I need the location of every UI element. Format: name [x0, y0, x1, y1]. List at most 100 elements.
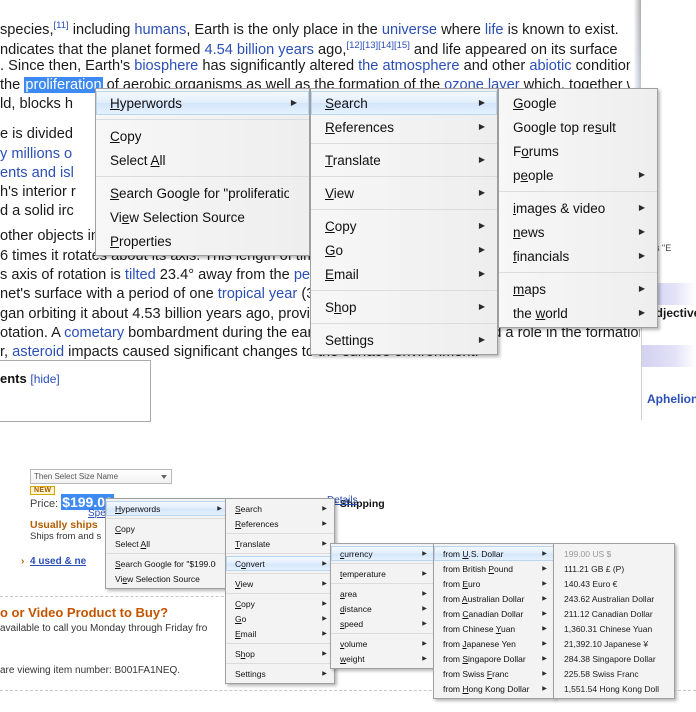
menu-product-convert-item-label: currency [340, 548, 373, 559]
menu-article-hyperwords-item[interactable]: View ▶ [311, 181, 497, 205]
article-link[interactable]: universe [382, 22, 437, 38]
menu-article-hyperwords-item[interactable]: References ▶ [311, 115, 497, 139]
menu-product-hyperwords-item[interactable]: Email ▶ [226, 626, 334, 641]
menu-product-values-item[interactable]: 1,360.31 Chinese Yuan [554, 621, 674, 636]
menu-product-values-item[interactable]: 21,392.10 Japanese ¥ [554, 636, 674, 651]
menu-product-currency-item[interactable]: from Chinese Yuan ▶ [434, 621, 554, 636]
menu-product-convert-item[interactable]: weight ▶ [331, 651, 434, 666]
menu-product-hyperwords-item[interactable]: Go ▶ [226, 611, 334, 626]
rail-aphelion[interactable]: Aphelion [647, 392, 696, 406]
menu-article-search-item[interactable]: financials ▶ [499, 244, 657, 268]
menu-product-convert-item[interactable]: area ▶ [331, 586, 434, 601]
menu-article-search-item[interactable]: news ▶ [499, 220, 657, 244]
submenu-product-currency-values[interactable]: 199.00 US $ 111.21 GB £ (P) 140.43 Euro € 2… [553, 543, 675, 699]
menu-product-convert-item[interactable]: currency ▶ [331, 546, 434, 561]
menu-article-search-item[interactable]: people ▶ [499, 163, 657, 187]
menu-product-currency-item[interactable]: from Singapore Dollar ▶ [434, 651, 554, 666]
submenu-product-convert[interactable]: currency ▶ temperature ▶ area ▶ distance ▶ speed… [330, 543, 435, 669]
menu-article-hyperwords-item[interactable]: Email ▶ [311, 262, 497, 286]
article-link[interactable]: abiotic [529, 58, 571, 74]
article-link[interactable]: life [485, 22, 504, 38]
menu-product-currency-item[interactable]: from U.S. Dollar ▶ [434, 546, 554, 561]
context-menu-product-primary[interactable]: Hyperwords ▶ Copy Select All Search Google f… [105, 498, 230, 589]
article-link[interactable]: tilted [125, 267, 156, 283]
menu-product-convert-item[interactable]: volume ▶ [331, 636, 434, 651]
article-link[interactable]: ents and isl [0, 165, 74, 181]
article-link[interactable]: the atmosphere [358, 58, 459, 74]
menu-article-hyperwords-item[interactable]: Go ▶ [311, 238, 497, 262]
menu-article-hyperwords-item[interactable]: Shop ▶ [311, 295, 497, 319]
menu-article-search-item[interactable]: Google [499, 91, 657, 115]
menu-product-values-item[interactable]: 199.00 US $ [554, 546, 674, 561]
reference-superscript[interactable]: [11] [54, 20, 69, 31]
menu-article-hyperwords-item[interactable]: Settings ▶ [311, 328, 497, 352]
contents-hide-link[interactable]: [hide] [30, 372, 59, 386]
menu-product-hyperwords-item[interactable]: Settings ▶ [226, 666, 334, 681]
menu-product-hyperwords-item[interactable]: Translate ▶ [226, 536, 334, 551]
article-link[interactable]: 4.54 billion years [204, 42, 314, 58]
menu-product-values-item[interactable]: 211.12 Canadian Dollar [554, 606, 674, 621]
menu-product-primary-item[interactable]: Copy [106, 521, 229, 536]
menu-product-values-item[interactable]: 225.58 Swiss Franc [554, 666, 674, 681]
article-text: where [437, 21, 485, 38]
menu-article-primary-item[interactable]: View Selection Source [96, 205, 309, 229]
article-link[interactable]: y millions o [0, 146, 72, 162]
menu-product-hyperwords-item[interactable]: References ▶ [226, 516, 334, 531]
menu-article-primary-item[interactable]: Hyperwords ▶ [96, 91, 309, 115]
reference-superscript[interactable]: [12][13][14][15] [346, 40, 409, 51]
menu-product-primary-item[interactable]: Hyperwords ▶ [106, 501, 229, 516]
menu-article-search-item[interactable]: Google top result [499, 115, 657, 139]
menu-product-hyperwords-item[interactable]: View ▶ [226, 576, 334, 591]
menu-product-convert-item[interactable]: distance ▶ [331, 601, 434, 616]
menu-product-convert-item[interactable]: speed ▶ [331, 616, 434, 631]
menu-product-currency-item[interactable]: from Hong Kong Dollar ▶ [434, 681, 554, 696]
menu-article-search-item[interactable]: Forums [499, 139, 657, 163]
menu-product-currency-item[interactable]: from Swiss Franc ▶ [434, 666, 554, 681]
menu-product-values-item[interactable]: 140.43 Euro € [554, 576, 674, 591]
submenu-product-hyperwords[interactable]: Search ▶ References ▶ Translate ▶ Convert ▶ View… [225, 498, 335, 684]
article-link[interactable]: biosphere [134, 58, 198, 74]
size-name-select[interactable]: Then Select Size Name [30, 469, 172, 484]
article-link[interactable]: asteroid [12, 344, 64, 360]
menu-article-primary-item[interactable]: Copy [96, 124, 309, 148]
menu-product-hyperwords-item[interactable]: Shop ▶ [226, 646, 334, 661]
menu-article-hyperwords-item-label: Copy [325, 218, 357, 234]
menu-product-values-item[interactable]: 284.38 Singapore Dollar [554, 651, 674, 666]
context-menu-article-primary[interactable]: Hyperwords ▶ Copy Select All Search Google f… [95, 88, 310, 256]
menu-product-primary-item[interactable]: View Selection Source [106, 571, 229, 586]
menu-article-search-item[interactable]: images & video ▶ [499, 196, 657, 220]
article-link[interactable]: tropical year [218, 286, 298, 302]
menu-article-hyperwords-item[interactable]: Copy ▶ [311, 214, 497, 238]
menu-product-hyperwords-item[interactable]: Copy ▶ [226, 596, 334, 611]
menu-article-hyperwords-separator [311, 143, 497, 144]
menu-product-hyperwords-item[interactable]: Search ▶ [226, 501, 334, 516]
article-text: ld, blocks h [0, 96, 74, 112]
submenu-product-currency[interactable]: from U.S. Dollar ▶ from British Pound ▶ from… [433, 543, 555, 699]
submenu-article-search[interactable]: Google Google top result Forums people ▶ imag… [498, 88, 658, 328]
menu-product-currency-item[interactable]: from Canadian Dollar ▶ [434, 606, 554, 621]
menu-article-primary-item[interactable]: Properties [96, 229, 309, 253]
menu-article-search-item[interactable]: maps ▶ [499, 277, 657, 301]
menu-product-currency-item[interactable]: from Euro ▶ [434, 576, 554, 591]
used-and-new-link[interactable]: 4 used & ne [30, 556, 86, 567]
menu-product-primary-item[interactable]: Select All [106, 536, 229, 551]
menu-product-values-item[interactable]: 111.21 GB £ (P) [554, 561, 674, 576]
menu-product-hyperwords-item[interactable]: Convert ▶ [226, 556, 334, 571]
submenu-article-hyperwords[interactable]: Search ▶ References ▶ Translate ▶ View ▶ Copy ▶ Go… [310, 88, 498, 355]
menu-article-hyperwords-item[interactable]: Search ▶ [311, 91, 497, 115]
menu-product-convert-item[interactable]: temperature ▶ [331, 566, 434, 581]
menu-article-primary-item[interactable]: Search Google for "proliferation" [96, 181, 309, 205]
menu-product-values-item[interactable]: 1,551.54 Hong Kong Dollar [554, 681, 674, 696]
menu-product-currency-item[interactable]: from Japanese Yen ▶ [434, 636, 554, 651]
menu-article-hyperwords-item[interactable]: Translate ▶ [311, 148, 497, 172]
menu-product-primary-item[interactable]: Search Google for "$199.00" [106, 556, 229, 571]
menu-article-search-item[interactable]: the world ▶ [499, 301, 657, 325]
menu-product-currency-item[interactable]: from British Pound ▶ [434, 561, 554, 576]
menu-article-hyperwords-separator [311, 323, 497, 324]
menu-article-primary-item[interactable]: Select All [96, 148, 309, 172]
menu-product-currency-item[interactable]: from Australian Dollar ▶ [434, 591, 554, 606]
menu-product-values-item[interactable]: 243.62 Australian Dollar [554, 591, 674, 606]
contents-heading-text: ents [0, 371, 27, 386]
article-link[interactable]: cometary [64, 325, 124, 341]
article-link[interactable]: humans [134, 22, 186, 38]
